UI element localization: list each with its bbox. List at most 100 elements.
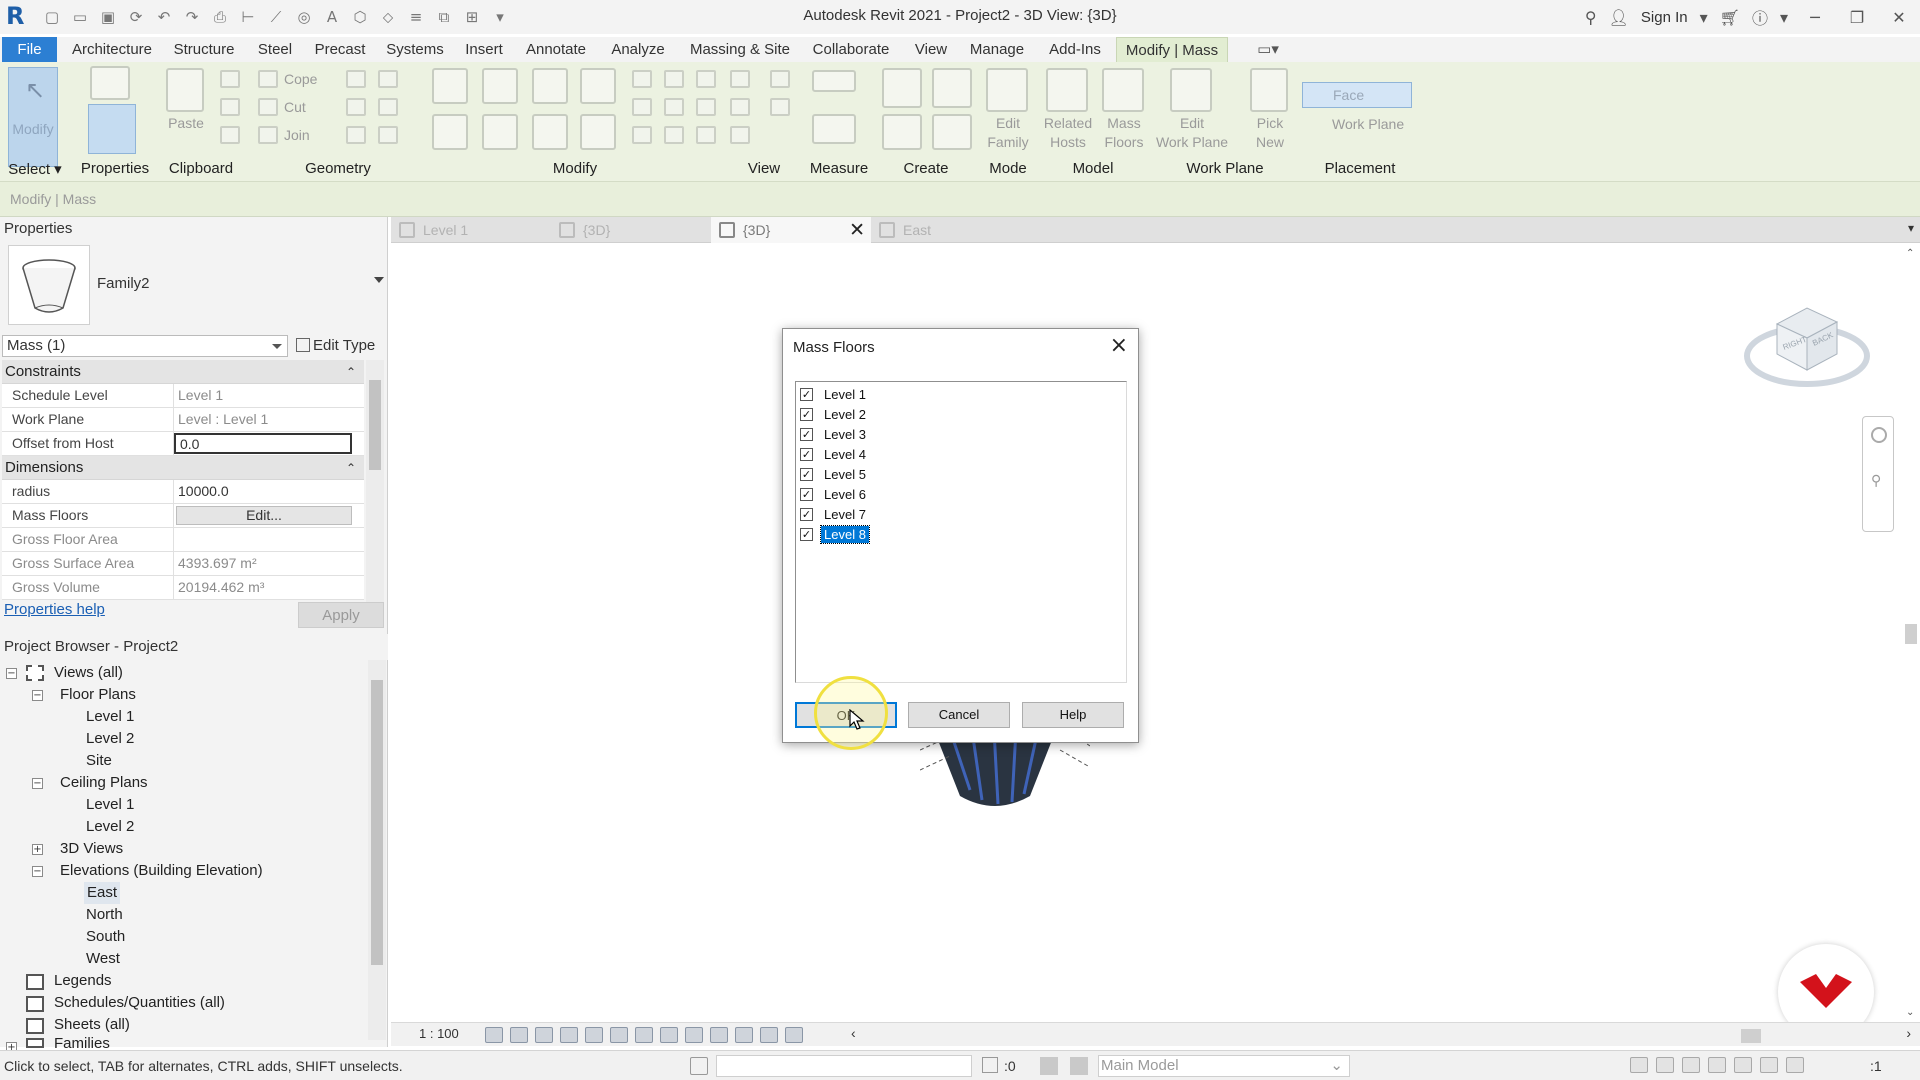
pick-new-icon[interactable] — [1250, 68, 1288, 112]
editable-only-icon[interactable] — [982, 1057, 998, 1073]
print-icon[interactable]: ⎙ — [208, 6, 232, 28]
apply-button[interactable]: Apply — [298, 602, 384, 628]
copy-icon[interactable] — [482, 114, 518, 150]
sign-in-link[interactable]: Sign In — [1641, 9, 1688, 26]
tab-structure[interactable]: Structure — [168, 37, 240, 62]
delete-icon[interactable] — [696, 126, 716, 144]
3d-view-icon[interactable]: ⬡ — [348, 6, 372, 28]
cancel-button[interactable]: Cancel — [908, 702, 1010, 728]
search-binoculars-icon[interactable]: ⚲ — [1585, 8, 1597, 27]
collapse-toggle[interactable]: − — [32, 778, 43, 789]
steering-wheel-icon[interactable] — [1871, 427, 1887, 443]
help-icon[interactable]: ⓘ — [1752, 5, 1768, 29]
tree-families[interactable]: Families — [54, 1034, 110, 1048]
tab-precast[interactable]: Precast — [308, 37, 372, 62]
close-tab-icon[interactable]: ✕ — [849, 217, 865, 243]
measure-between-icon[interactable] — [812, 70, 856, 92]
level-checkbox-item[interactable]: ✓ Level 1 — [800, 385, 869, 403]
tag-icon[interactable]: ◎ — [292, 6, 316, 28]
design-option-select[interactable]: Main Model ⌄ — [1098, 1055, 1350, 1077]
hide-bulb-icon[interactable] — [730, 70, 750, 88]
paint-icon[interactable] — [378, 70, 398, 88]
redo-icon[interactable]: ↷ — [180, 6, 204, 28]
edit-family-icon[interactable] — [986, 68, 1028, 112]
join-icon[interactable] — [258, 126, 278, 144]
offset-from-host-input[interactable]: 0.0 — [174, 433, 352, 454]
dimension-icon[interactable]: ⟋ — [264, 6, 288, 28]
edit-work-plane-label-2[interactable]: Work Plane — [1150, 133, 1234, 152]
edit-work-plane-icon[interactable] — [1170, 68, 1212, 112]
temporary-view-icon[interactable] — [735, 1027, 753, 1043]
array-icon[interactable] — [632, 98, 652, 116]
minimize-button[interactable]: ─ — [1800, 8, 1830, 27]
level-checkbox-item-selected[interactable]: ✓ Level 8 — [800, 524, 870, 544]
instance-filter-select[interactable]: Mass (1) — [2, 335, 288, 357]
level-checkbox-item[interactable]: ✓ Level 3 — [800, 425, 869, 443]
navigation-bar[interactable]: ⚲ — [1862, 416, 1894, 532]
select-by-face-icon[interactable] — [1708, 1057, 1726, 1073]
unpin-icon[interactable] — [696, 98, 716, 116]
browser-scrollbar[interactable] — [368, 660, 386, 1040]
collapse-toggle[interactable]: − — [32, 866, 43, 877]
tree-floor-plans[interactable]: Floor Plans — [60, 684, 136, 706]
view-override-icon[interactable] — [770, 70, 790, 88]
mass-floors-label-2[interactable]: Floors — [1094, 133, 1154, 152]
tab-systems[interactable]: Systems — [382, 37, 448, 62]
trim-multiple-icon[interactable] — [632, 126, 652, 144]
mass-floors-label-1[interactable]: Mass — [1094, 114, 1154, 133]
cart-icon[interactable]: 🛒︎ — [1720, 8, 1740, 27]
tree-schedules[interactable]: Schedules/Quantities (all) — [54, 992, 225, 1014]
split-gap-icon[interactable] — [664, 70, 684, 88]
view-horizontal-scrollbar[interactable]: ‹ › — [851, 1025, 1911, 1043]
crop-view-icon[interactable] — [635, 1027, 653, 1043]
cope-label[interactable]: Cope — [284, 70, 317, 89]
create-assembly-icon[interactable] — [882, 68, 922, 108]
mass-cone-model[interactable] — [920, 730, 1090, 820]
properties-button[interactable] — [88, 104, 136, 154]
restore-button[interactable]: ❐ — [1842, 8, 1872, 27]
work-plane-placement-button[interactable]: Work Plane — [1302, 112, 1422, 138]
override-icon[interactable] — [730, 126, 750, 144]
tree-legends[interactable]: Legends — [54, 970, 112, 992]
tab-file[interactable]: File — [2, 37, 57, 62]
wall-joins-icon[interactable] — [346, 98, 366, 116]
switch-windows-icon[interactable]: ⊞ — [460, 6, 484, 28]
tab-modify-mass[interactable]: Modify | Mass — [1116, 37, 1228, 62]
text-icon[interactable]: A — [320, 6, 344, 28]
close-window-button[interactable]: ✕ — [1884, 8, 1914, 27]
zoom-icon[interactable]: ⚲ — [1871, 473, 1881, 489]
section-icon[interactable]: ⬦ — [376, 6, 400, 28]
scroll-thumb[interactable] — [1905, 624, 1917, 644]
view-scale[interactable]: 1 : 100 — [419, 1026, 459, 1041]
create-parts-icon[interactable] — [932, 68, 972, 108]
tree-floor-plan-level-1[interactable]: Level 1 — [86, 706, 134, 728]
tab-insert[interactable]: Insert — [458, 37, 510, 62]
related-hosts-icon[interactable] — [1046, 68, 1088, 112]
mass-floors-icon[interactable] — [1102, 68, 1144, 112]
scroll-right-icon[interactable]: › — [1906, 1025, 1911, 1041]
scale-icon[interactable] — [664, 98, 684, 116]
remove-paint-icon[interactable] — [378, 126, 398, 144]
type-selector[interactable]: Family2 — [4, 245, 386, 325]
create-similar-icon[interactable] — [932, 114, 972, 150]
graphics-icon[interactable] — [770, 98, 790, 116]
tab-architecture[interactable]: Architecture — [66, 37, 158, 62]
hide-isolate-icon[interactable] — [685, 1027, 703, 1043]
checkbox-checked[interactable]: ✓ — [800, 447, 813, 461]
checkbox-checked[interactable]: ✓ — [800, 407, 813, 421]
select-pinned-icon[interactable] — [1682, 1057, 1700, 1073]
mirror-pick-axis-icon[interactable] — [532, 68, 568, 104]
background-process-icon[interactable] — [1760, 1057, 1778, 1073]
tab-analyze[interactable]: Analyze — [602, 37, 674, 62]
reveal-hidden-icon[interactable] — [710, 1027, 728, 1043]
view-vertical-scrollbar[interactable]: ⌃ ⌄ — [1902, 244, 1920, 1022]
show-crop-icon[interactable] — [660, 1027, 678, 1043]
select-underlay-icon[interactable] — [1656, 1057, 1674, 1073]
close-hidden-icon[interactable]: ⧉ — [432, 6, 456, 28]
cut-label[interactable]: Cut — [284, 98, 306, 117]
lock-view-icon[interactable] — [610, 1027, 628, 1043]
face-placement-button[interactable]: Face — [1302, 82, 1412, 108]
tree-sheets[interactable]: Sheets (all) — [54, 1014, 130, 1036]
pin-icon[interactable] — [696, 70, 716, 88]
view-tab[interactable]: {3D} — [551, 217, 711, 243]
